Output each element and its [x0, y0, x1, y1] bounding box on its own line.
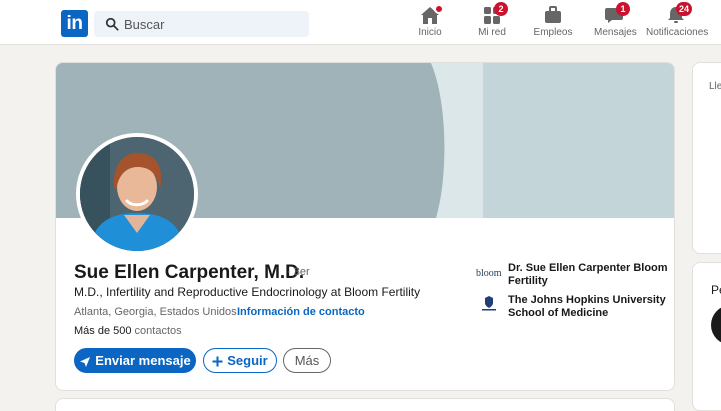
search-box[interactable]: [94, 11, 309, 37]
side-card-bottom: Pe: [692, 262, 721, 411]
follow-label: Seguir: [227, 353, 268, 368]
profile-location: Atlanta, Georgia, Estados Unidos ·: [74, 306, 244, 318]
connections-label: contactos: [134, 325, 182, 337]
nav-messaging-label: Mensajes: [594, 27, 637, 38]
follow-button[interactable]: Seguir: [203, 348, 277, 373]
profile-card: Sue Ellen Carpenter, M.D. · 3er M.D., In…: [55, 62, 675, 391]
profile-headline: M.D., Infertility and Reproductive Endoc…: [74, 285, 421, 299]
contact-info-link[interactable]: Información de contacto: [237, 306, 365, 318]
more-actions-button[interactable]: Más: [283, 348, 331, 373]
messaging-badge: 1: [616, 2, 630, 16]
network-badge: 2: [494, 2, 508, 16]
home-notification-dot: [434, 4, 444, 14]
side-card-bottom-text: Pe: [711, 283, 721, 297]
nav-notifications[interactable]: 24 Notificaciones: [646, 2, 709, 43]
profile-avatar[interactable]: [76, 133, 198, 255]
nav-home-label: Inicio: [418, 27, 442, 38]
nav-jobs[interactable]: Empleos: [533, 5, 573, 43]
johns-hopkins-logo-icon: [476, 294, 504, 320]
nav-network[interactable]: 2 Mi red: [474, 2, 510, 43]
side-card-top: Lle: [692, 62, 721, 254]
nav-home[interactable]: Inicio: [414, 4, 446, 43]
notifications-badge: 24: [676, 2, 693, 16]
search-input[interactable]: [124, 11, 304, 37]
nav-jobs-label: Empleos: [533, 27, 573, 38]
side-avatar[interactable]: [711, 305, 721, 345]
plus-icon: [212, 356, 223, 367]
nav-network-label: Mi red: [478, 27, 506, 38]
side-card-top-text: Lle: [709, 81, 721, 92]
profile-name: Sue Ellen Carpenter, M.D.: [74, 262, 305, 283]
top-nav: in Inicio 2 Mi red: [0, 0, 721, 45]
next-section-card: [55, 398, 675, 411]
connections-number: Más de 500: [74, 325, 132, 337]
send-message-label: Enviar mensaje: [95, 353, 191, 368]
connection-degree: · 3er: [287, 266, 310, 278]
more-label: Más: [294, 353, 320, 368]
search-icon: [105, 17, 119, 31]
send-icon: [80, 356, 91, 367]
nav-messaging[interactable]: 1 Mensajes: [594, 2, 637, 43]
org-education-name: The Johns Hopkins University School of M…: [508, 294, 666, 319]
briefcase-icon: [545, 6, 561, 23]
org-education[interactable]: The Johns Hopkins University School of M…: [476, 294, 666, 322]
connections-count[interactable]: Más de 500 contactos: [74, 325, 182, 337]
org-current-company[interactable]: bloom Dr. Sue Ellen Carpenter Bloom Fert…: [476, 262, 668, 290]
bloom-fertility-logo: bloom: [476, 268, 502, 279]
org-current-company-name: Dr. Sue Ellen Carpenter Bloom Fertility: [508, 262, 668, 287]
send-message-button[interactable]: Enviar mensaje: [74, 348, 196, 373]
nav-notifications-label: Notificaciones: [646, 27, 709, 38]
profile-photo-icon: [80, 137, 194, 251]
linkedin-logo-icon[interactable]: in: [61, 10, 88, 37]
